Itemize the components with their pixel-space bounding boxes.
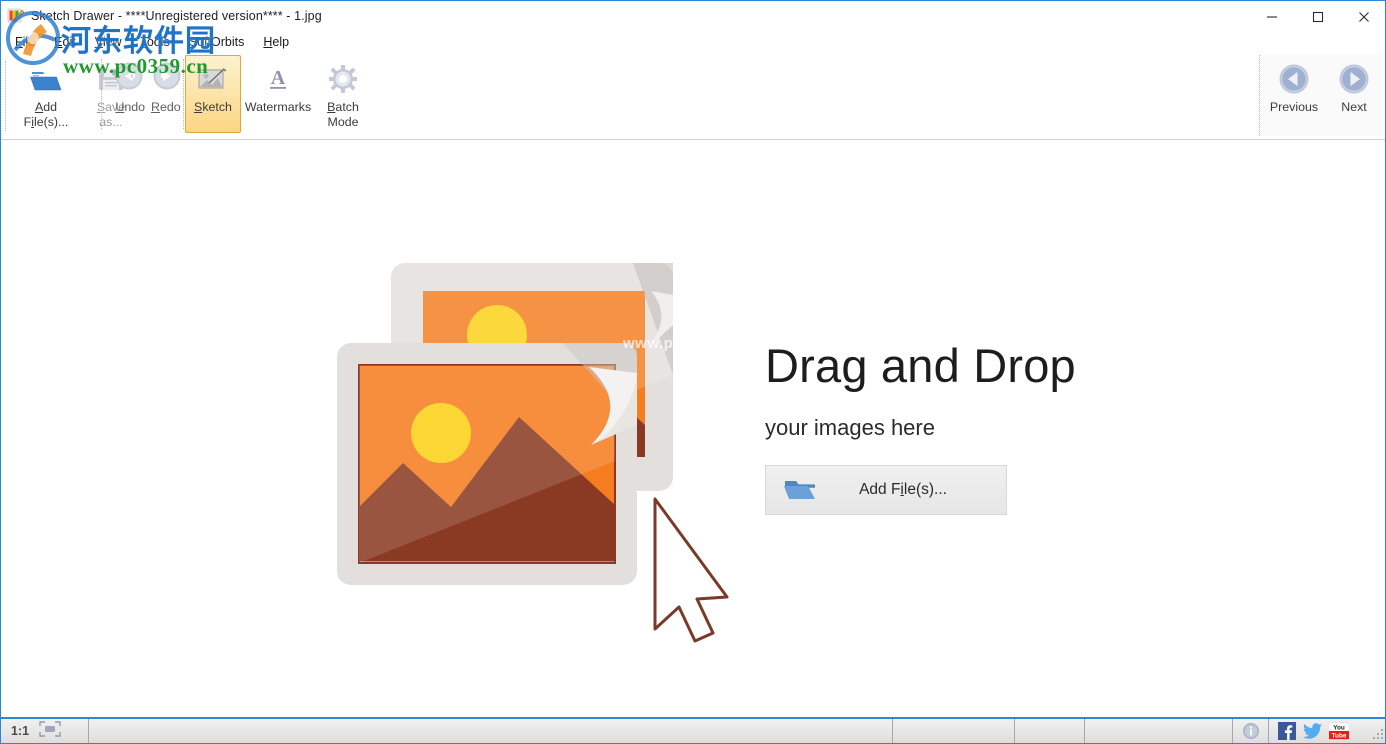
application-window: Sketch Drawer - ****Unregistered version… [0, 0, 1386, 744]
sketch-drawer-app-icon [7, 7, 25, 25]
drop-zone-title: Drag and Drop [765, 342, 1076, 389]
drop-zone[interactable]: www.pHome.NET Drag and Drop your images … [333, 250, 1073, 650]
twitter-icon[interactable] [1303, 721, 1323, 741]
status-message-cell [89, 719, 893, 743]
minimize-icon[interactable] [1249, 1, 1295, 32]
maximize-icon[interactable] [1295, 1, 1341, 32]
arrow-left-circle-icon [1277, 62, 1311, 96]
undo-arrow-icon[interactable] [114, 61, 144, 96]
previous-button[interactable]: Previous [1264, 55, 1324, 136]
window-title: Sketch Drawer - ****Unregistered version… [31, 9, 322, 23]
title-bar: Sketch Drawer - ****Unregistered version… [1, 0, 1386, 31]
watermarks-label: Watermarks [245, 100, 311, 115]
status-bar: 1:1 [1, 717, 1386, 743]
menu-item-tools[interactable]: Tools [141, 33, 181, 51]
svg-text:You: You [1333, 725, 1345, 732]
next-label: Next [1341, 100, 1366, 115]
drop-zone-text: Drag and Drop your images here Add File(… [765, 342, 1076, 515]
menu-bar: FFileile Edit View Tools SoftOrbits Help [1, 31, 1386, 53]
menu-item-softorbits[interactable]: SoftOrbits [189, 33, 256, 51]
menu-item-view[interactable]: View [95, 33, 133, 51]
undo-label: Undo [115, 100, 145, 114]
batch-mode-button[interactable]: BatchMode [315, 55, 371, 133]
fit-to-window-icon[interactable] [39, 721, 61, 742]
zoom-status-cell[interactable]: 1:1 [1, 719, 89, 743]
add-files-main-button[interactable]: Add File(s)... [765, 465, 1007, 515]
stacked-photos-with-cursor-illustration: www.pHome.NET [333, 255, 743, 645]
menu-item-file[interactable]: FFileile [15, 33, 46, 51]
svg-text:A: A [271, 67, 286, 89]
window-controls [1249, 1, 1386, 32]
batch-mode-label: BatchMode [327, 100, 359, 130]
add-files-main-label: Add File(s)... [822, 481, 1006, 499]
zoom-ratio-label: 1:1 [11, 724, 29, 738]
next-button[interactable]: Next [1324, 55, 1384, 136]
watermarks-button[interactable]: A Watermarks [241, 55, 315, 133]
status-panel-2 [1015, 719, 1085, 743]
add-files-button[interactable]: AddFile(s)... [9, 55, 83, 133]
navigation-group: Previous Next [1259, 55, 1384, 136]
menu-item-edit[interactable]: Edit [54, 33, 87, 51]
letter-a-icon: A [261, 62, 295, 96]
sketch-pencil-icon [196, 62, 230, 96]
social-links: You Tube [1269, 719, 1365, 743]
canvas-area[interactable]: www.pHome.NET Drag and Drop your images … [1, 140, 1386, 718]
status-panel-3 [1085, 719, 1233, 743]
toolbar: AddFile(s)... Saveas... [1, 53, 1386, 140]
status-panel-1 [893, 719, 1015, 743]
open-folder-icon [29, 62, 63, 96]
folder-icon [784, 478, 822, 502]
previous-label: Previous [1270, 100, 1318, 115]
sketch-button[interactable]: Sketch [185, 55, 241, 133]
arrow-right-circle-icon [1337, 62, 1371, 96]
redo-label: Redo [151, 100, 181, 114]
add-files-label: AddFile(s)... [24, 100, 69, 130]
sketch-label: Sketch [194, 100, 232, 115]
resize-grip-icon[interactable] [1365, 719, 1386, 743]
svg-text:Tube: Tube [1332, 733, 1347, 740]
youtube-icon[interactable]: You Tube [1329, 721, 1349, 741]
close-icon[interactable] [1341, 1, 1386, 32]
drop-zone-subtitle: your images here [765, 415, 1076, 441]
redo-arrow-icon[interactable] [152, 61, 182, 96]
facebook-icon[interactable] [1277, 721, 1297, 741]
gear-icon [326, 62, 360, 96]
menu-item-help[interactable]: Help [263, 33, 300, 51]
info-icon[interactable] [1233, 719, 1269, 743]
